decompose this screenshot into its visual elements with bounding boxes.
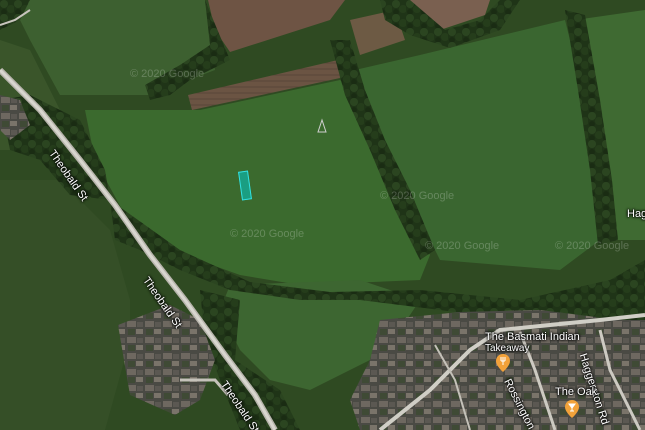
map-watermark: © 2020 Google — [425, 240, 500, 252]
restaurant-pin-icon[interactable] — [496, 354, 510, 372]
poi-the-oak[interactable]: The Oak — [555, 386, 597, 398]
map-watermark: © 2020 Google — [230, 228, 305, 240]
map-watermark: © 2020 Google — [555, 240, 630, 252]
satellite-map[interactable]: © 2020 Google © 2020 Google © 2020 Googl… — [0, 0, 645, 430]
road-label-haggerston-edge: Hag — [627, 208, 645, 220]
map-watermark: © 2020 Google — [130, 68, 205, 80]
satellite-imagery — [0, 0, 645, 430]
poi-the-basmati-indian[interactable]: The Basmati Indian Takeaway — [485, 331, 580, 355]
bar-pin-icon[interactable] — [565, 400, 579, 418]
poi-name: The Basmati Indian — [485, 331, 580, 343]
poi-name: The Oak — [555, 386, 598, 398]
map-watermark: © 2020 Google — [380, 190, 455, 202]
